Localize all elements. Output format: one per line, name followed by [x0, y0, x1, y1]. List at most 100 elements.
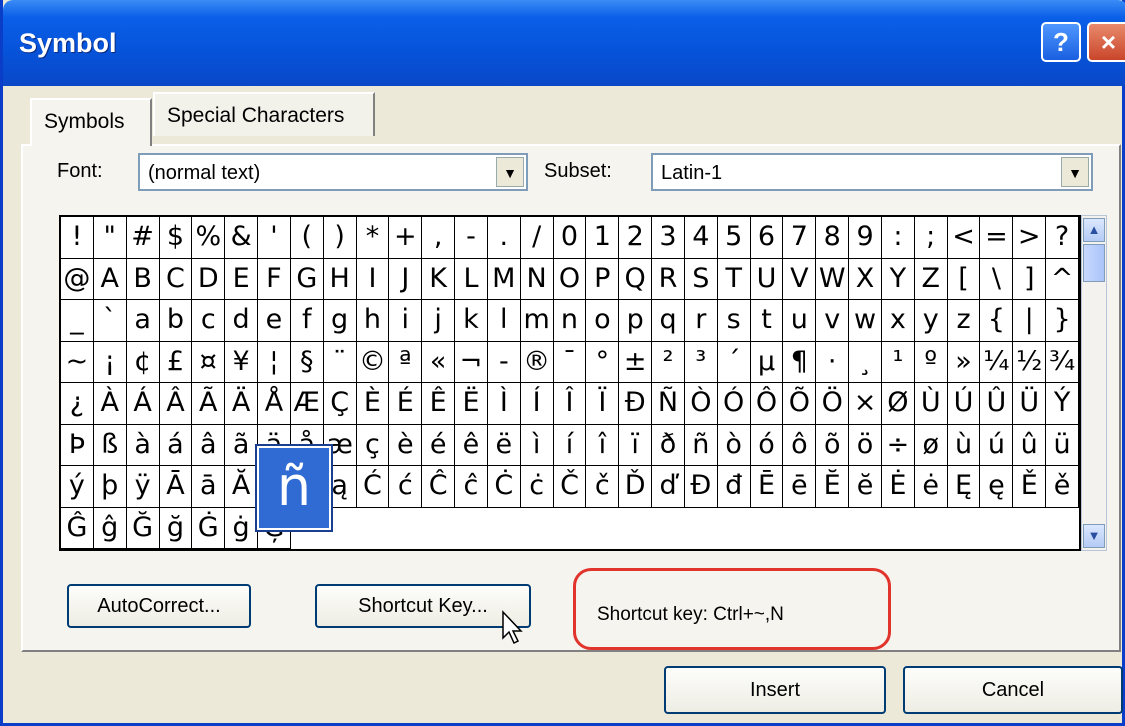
- symbol-cell[interactable]: 9: [849, 217, 882, 259]
- symbol-cell[interactable]: 3: [652, 217, 685, 259]
- symbol-cell[interactable]: È: [356, 383, 390, 425]
- symbol-cell[interactable]: ß: [93, 424, 127, 466]
- symbol-cell[interactable]: Ë: [455, 383, 488, 425]
- symbol-cell[interactable]: M: [487, 258, 521, 300]
- symbol-cell[interactable]: č: [586, 466, 620, 508]
- symbol-cell[interactable]: ÷: [881, 424, 915, 466]
- symbol-cell[interactable]: x: [881, 300, 915, 342]
- symbol-cell[interactable]: ý: [61, 466, 94, 508]
- symbol-cell[interactable]: ¼: [980, 341, 1014, 383]
- symbol-cell[interactable]: l: [487, 300, 521, 342]
- symbol-cell[interactable]: ~: [61, 341, 94, 383]
- symbol-cell[interactable]: ð: [652, 424, 685, 466]
- symbol-cell[interactable]: á: [159, 424, 193, 466]
- symbol-cell[interactable]: >: [1013, 217, 1047, 259]
- symbol-cell[interactable]: Ġ: [192, 507, 226, 549]
- subset-dropdown-arrow-icon[interactable]: ▼: [1061, 157, 1089, 187]
- symbol-cell[interactable]: w: [849, 300, 882, 342]
- symbol-cell[interactable]: ù: [947, 424, 981, 466]
- symbol-cell[interactable]: <: [947, 217, 981, 259]
- symbol-cell[interactable]: m: [520, 300, 554, 342]
- symbol-cell[interactable]: Ô: [750, 383, 784, 425]
- insert-button[interactable]: Insert: [664, 666, 886, 714]
- symbol-cell[interactable]: ē: [783, 466, 817, 508]
- symbol-cell[interactable]: b: [159, 300, 193, 342]
- symbol-cell[interactable]: Æ: [290, 383, 324, 425]
- symbol-cell[interactable]: Â: [159, 383, 193, 425]
- symbol-cell[interactable]: Þ: [61, 424, 94, 466]
- help-icon[interactable]: ?: [1041, 22, 1081, 62]
- symbol-cell[interactable]: Ð: [619, 383, 653, 425]
- symbol-cell[interactable]: û: [1013, 424, 1047, 466]
- symbol-cell[interactable]: ,: [422, 217, 456, 259]
- symbol-cell[interactable]: »: [947, 341, 981, 383]
- symbol-cell[interactable]: V: [783, 258, 817, 300]
- symbol-cell[interactable]: Ć: [356, 466, 390, 508]
- symbol-cell[interactable]: Z: [914, 258, 948, 300]
- symbol-cell[interactable]: W: [816, 258, 850, 300]
- symbol-cell[interactable]: v: [816, 300, 850, 342]
- symbol-cell[interactable]: k: [455, 300, 488, 342]
- symbol-cell[interactable]: $: [159, 217, 193, 259]
- symbol-cell[interactable]: î: [586, 424, 620, 466]
- symbol-cell[interactable]: n: [553, 300, 587, 342]
- symbol-cell[interactable]: £: [159, 341, 193, 383]
- symbol-cell[interactable]: .: [487, 217, 521, 259]
- symbol-cell[interactable]: ĉ: [455, 466, 488, 508]
- symbol-cell[interactable]: X: [849, 258, 882, 300]
- symbol-cell[interactable]: ď: [652, 466, 685, 508]
- symbol-cell[interactable]: q: [652, 300, 685, 342]
- symbol-cell[interactable]: ¶: [783, 341, 817, 383]
- symbol-cell[interactable]: Ï: [586, 383, 620, 425]
- symbol-cell[interactable]: U: [750, 258, 784, 300]
- autocorrect-button[interactable]: AutoCorrect...: [67, 584, 251, 628]
- title-bar[interactable]: Symbol ? ×: [3, 0, 1125, 86]
- symbol-cell[interactable]: Ó: [717, 383, 751, 425]
- symbol-cell[interactable]: è: [389, 424, 423, 466]
- symbol-cell[interactable]: ³: [684, 341, 718, 383]
- symbol-cell[interactable]: ]: [1013, 258, 1047, 300]
- symbol-cell[interactable]: j: [422, 300, 456, 342]
- symbol-cell[interactable]: \: [980, 258, 1014, 300]
- symbol-cell[interactable]: Û: [980, 383, 1014, 425]
- symbol-cell[interactable]: Ě: [1013, 466, 1047, 508]
- symbol-cell[interactable]: þ: [93, 466, 127, 508]
- symbol-cell[interactable]: I: [356, 258, 390, 300]
- symbol-cell[interactable]: Ê: [422, 383, 456, 425]
- symbol-cell[interactable]: Ú: [947, 383, 981, 425]
- symbol-cell[interactable]: 1: [586, 217, 620, 259]
- symbol-cell[interactable]: Ø: [881, 383, 915, 425]
- symbol-cell[interactable]: ¤: [192, 341, 226, 383]
- symbol-cell[interactable]: 5: [717, 217, 751, 259]
- font-select[interactable]: (normal text) ▼: [138, 153, 528, 191]
- symbol-cell[interactable]: ·: [816, 341, 850, 383]
- symbol-cell[interactable]: ¡: [93, 341, 127, 383]
- symbol-cell[interactable]: ±: [619, 341, 653, 383]
- tab-special-characters[interactable]: Special Characters: [153, 92, 375, 136]
- symbol-cell[interactable]: C: [159, 258, 193, 300]
- symbol-cell[interactable]: ĕ: [849, 466, 882, 508]
- shortcut-key-button[interactable]: Shortcut Key...: [315, 584, 531, 628]
- symbol-cell[interactable]: z: [947, 300, 981, 342]
- symbol-cell[interactable]: à: [126, 424, 160, 466]
- symbol-cell[interactable]: ì: [520, 424, 554, 466]
- symbol-cell[interactable]: ï: [619, 424, 653, 466]
- symbol-cell[interactable]: â: [192, 424, 226, 466]
- symbol-cell[interactable]: Q: [619, 258, 653, 300]
- symbol-cell[interactable]: +: [389, 217, 423, 259]
- symbol-cell[interactable]: !: [61, 217, 94, 259]
- symbol-cell[interactable]: Ö: [816, 383, 850, 425]
- symbol-cell[interactable]: H: [323, 258, 357, 300]
- symbol-cell[interactable]: K: [422, 258, 456, 300]
- symbol-cell[interactable]: i: [389, 300, 423, 342]
- symbol-cell[interactable]: (: [290, 217, 324, 259]
- symbol-cell[interactable]: ;: [914, 217, 948, 259]
- symbol-cell[interactable]: :: [881, 217, 915, 259]
- symbol-cell[interactable]: P: [586, 258, 620, 300]
- symbol-cell[interactable]: ğ: [159, 507, 193, 549]
- symbol-cell[interactable]: 0: [553, 217, 587, 259]
- symbol-cell[interactable]: Ċ: [487, 466, 521, 508]
- symbol-cell[interactable]: ¨: [323, 341, 357, 383]
- symbol-cell[interactable]: a: [126, 300, 160, 342]
- subset-select[interactable]: Latin-1 ▼: [651, 153, 1093, 191]
